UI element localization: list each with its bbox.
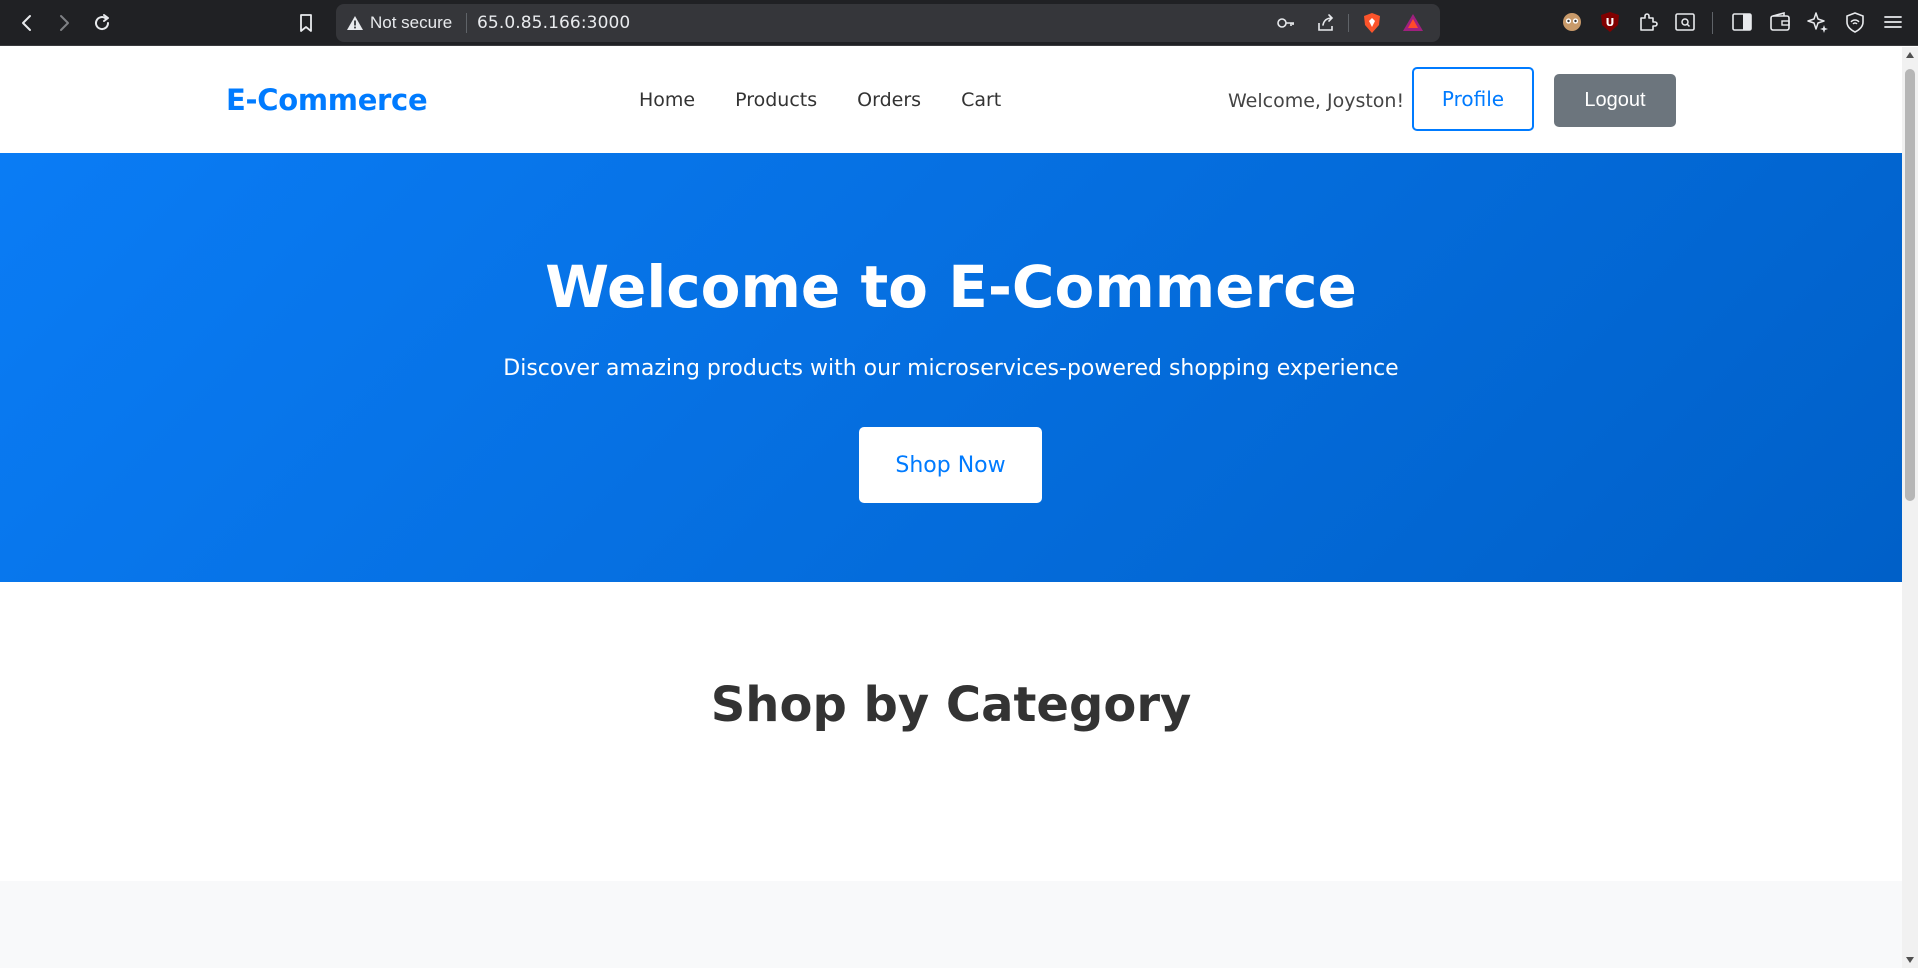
browser-toolbar: Not secure 65.0.85.166:3000 U [0, 0, 1918, 46]
reload-button[interactable] [86, 7, 118, 39]
profile-button[interactable]: Profile [1412, 67, 1534, 131]
security-indicator[interactable]: Not secure [346, 8, 452, 38]
back-icon [22, 15, 31, 31]
back-button[interactable] [11, 7, 43, 39]
share-icon[interactable] [1315, 12, 1337, 34]
nav-link-home[interactable]: Home [639, 89, 695, 111]
extension-avatar-icon[interactable] [1559, 9, 1585, 35]
welcome-message: Welcome, Joyston! [1228, 90, 1405, 112]
warning-icon [347, 16, 363, 30]
extensions-icon[interactable] [1635, 9, 1661, 35]
brand-logo[interactable]: E-Commerce [226, 83, 428, 117]
key-icon[interactable] [1275, 12, 1297, 34]
main-nav: Home Products Orders Cart [639, 89, 1041, 111]
divider [1348, 14, 1349, 32]
wallet-icon[interactable] [1767, 9, 1793, 35]
url-text[interactable]: 65.0.85.166:3000 [477, 13, 630, 33]
scroll-down-arrow-icon[interactable] [1902, 952, 1918, 968]
page-search-icon[interactable] [1672, 9, 1698, 35]
categories-heading: Shop by Category [710, 677, 1192, 733]
bookmark-button[interactable] [290, 7, 322, 39]
address-bar[interactable]: Not secure 65.0.85.166:3000 [336, 4, 1440, 42]
scrollbar-thumb[interactable] [1905, 69, 1915, 501]
divider [1712, 12, 1713, 34]
logout-button[interactable]: Logout [1554, 74, 1676, 127]
security-label: Not secure [370, 13, 453, 32]
hero-title: Welcome to E-Commerce [545, 253, 1357, 321]
page-viewport: E-Commerce Home Products Orders Cart Wel… [0, 47, 1902, 968]
nav-link-orders[interactable]: Orders [857, 89, 921, 111]
svg-text:U: U [1606, 16, 1615, 29]
divider [466, 13, 467, 33]
hero-subtitle: Discover amazing products with our micro… [503, 356, 1399, 381]
page-scrollbar[interactable] [1902, 47, 1918, 968]
brave-shields-icon[interactable] [1361, 12, 1383, 34]
hero-banner: Welcome to E-Commerce Discover amazing p… [0, 153, 1902, 582]
brave-rewards-icon[interactable] [1402, 12, 1424, 34]
scroll-up-arrow-icon[interactable] [1902, 47, 1918, 63]
menu-icon[interactable] [1880, 9, 1906, 35]
categories-grid-section [0, 881, 1902, 968]
leo-ai-icon[interactable] [1805, 9, 1831, 35]
reload-icon [95, 14, 110, 31]
forward-icon [60, 15, 69, 31]
vpn-icon[interactable] [1842, 9, 1868, 35]
bookmark-icon [300, 14, 312, 32]
nav-link-products[interactable]: Products [735, 89, 817, 111]
ublock-icon[interactable]: U [1597, 9, 1623, 35]
nav-link-cart[interactable]: Cart [961, 89, 1001, 111]
shop-now-button[interactable]: Shop Now [859, 427, 1042, 503]
sidebar-icon[interactable] [1729, 9, 1755, 35]
forward-button[interactable] [48, 7, 80, 39]
site-header: E-Commerce Home Products Orders Cart Wel… [0, 47, 1902, 153]
